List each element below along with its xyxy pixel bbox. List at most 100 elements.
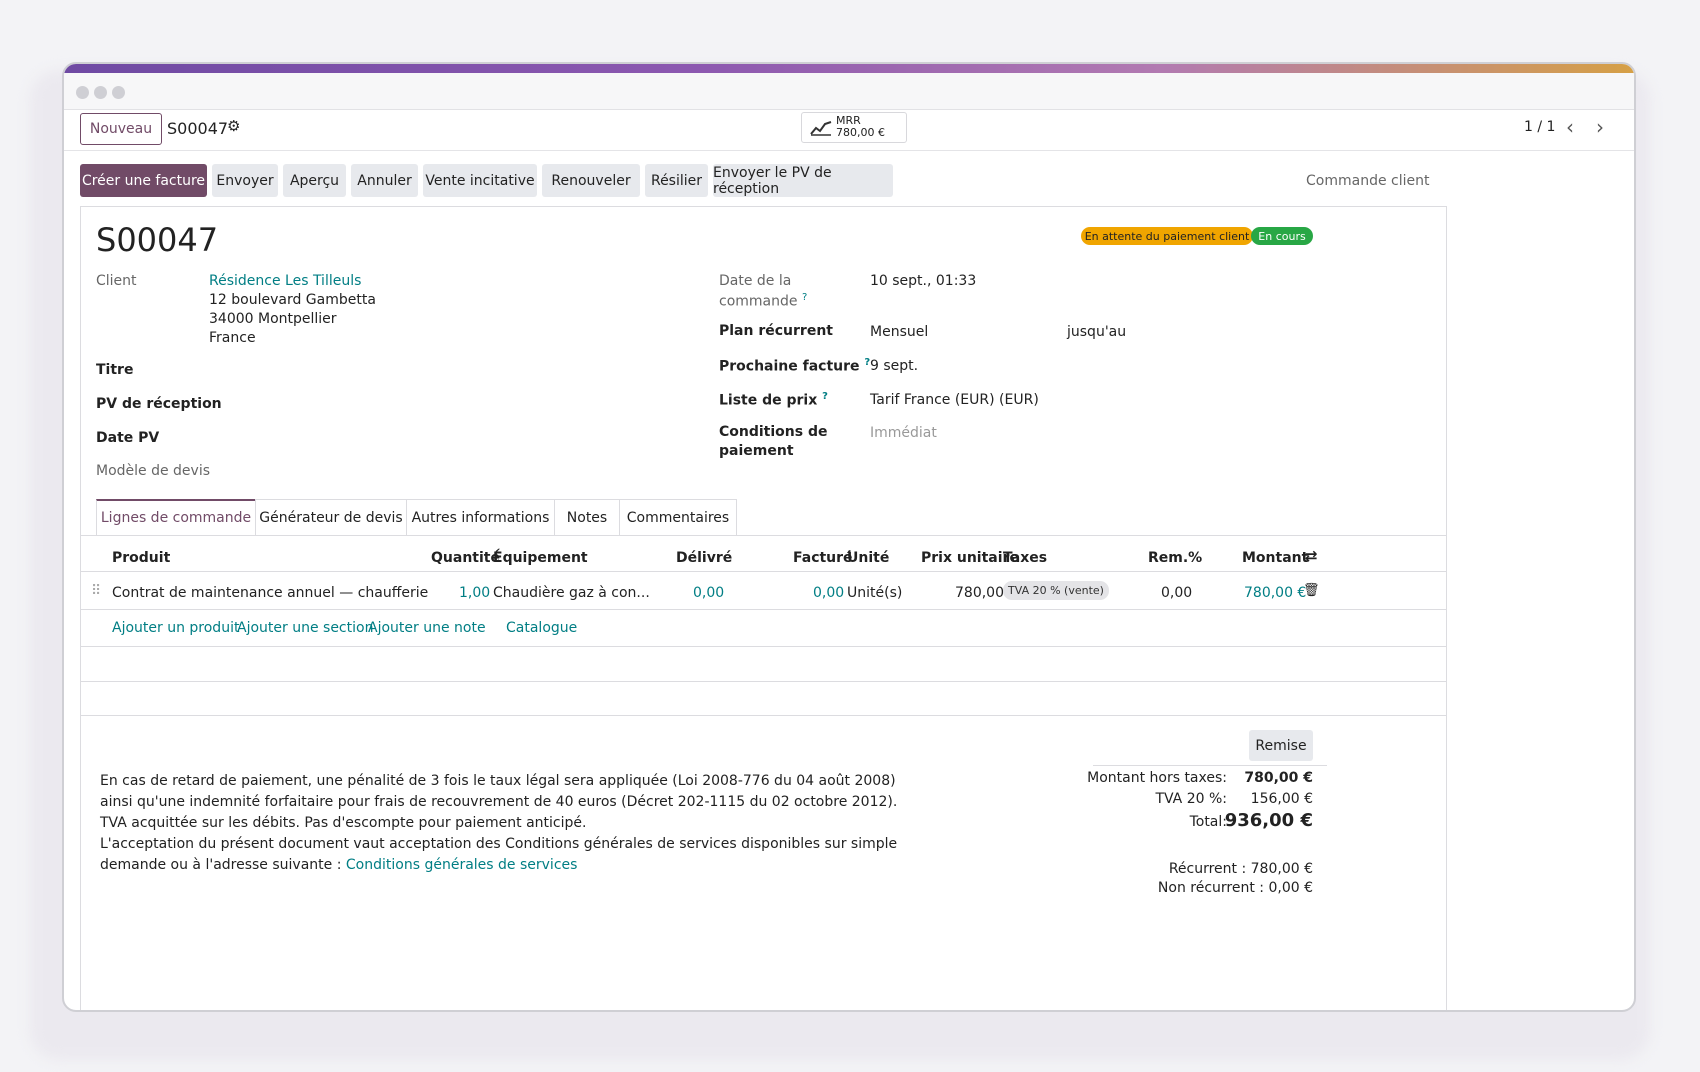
table-header-divider xyxy=(81,571,1446,572)
col-header-delivered[interactable]: Délivré xyxy=(676,550,732,566)
col-header-equipment[interactable]: Équipement xyxy=(493,550,588,566)
upsell-button[interactable]: Vente incitative xyxy=(423,164,537,197)
terminate-button[interactable]: Résilier xyxy=(645,164,708,197)
main-content: Nouveau S00047 ⚙ MRR 780,00 € 1 / 1 ‹ › … xyxy=(64,110,1634,1010)
add-links-divider xyxy=(81,646,1446,647)
add-note-link[interactable]: Ajouter une note xyxy=(368,620,486,636)
record-id: S00047 xyxy=(167,119,229,138)
app-window: Nouveau S00047 ⚙ MRR 780,00 € 1 / 1 ‹ › … xyxy=(62,62,1636,1012)
col-header-taxes[interactable]: Taxes xyxy=(1003,550,1047,566)
preview-button[interactable]: Aperçu xyxy=(283,164,346,197)
cancel-button[interactable]: Annuler xyxy=(351,164,418,197)
title-label: Titre xyxy=(96,362,134,378)
total-label: Total: xyxy=(1189,814,1227,830)
send-button[interactable]: Envoyer xyxy=(212,164,278,197)
add-section-link[interactable]: Ajouter une section xyxy=(237,620,373,636)
mrr-smart-button[interactable]: MRR 780,00 € xyxy=(801,112,907,143)
client-name-link[interactable]: Résidence Les Tilleuls xyxy=(209,273,361,289)
quotation-template-label: Modèle de devis xyxy=(96,463,211,479)
col-header-product[interactable]: Produit xyxy=(112,550,170,566)
recurring-plan-value[interactable]: Mensuel xyxy=(870,324,928,340)
tax-label: TVA 20 %: xyxy=(1155,791,1227,807)
discount-button[interactable]: Remise xyxy=(1249,730,1313,761)
row-invoiced[interactable]: 0,00 xyxy=(813,585,844,601)
order-date-label-line2: commande ? xyxy=(719,292,808,310)
row-unit-price[interactable]: 780,00 xyxy=(955,585,1004,601)
chart-line-icon xyxy=(810,121,832,136)
trash-icon[interactable]: 🗑 xyxy=(1303,583,1320,598)
send-acceptance-report-button[interactable]: Envoyer le PV de réception xyxy=(713,164,893,197)
catalog-link[interactable]: Catalogue xyxy=(506,620,577,636)
order-date-value[interactable]: 10 sept., 01:33 xyxy=(870,273,976,289)
breadcrumb-sales-order[interactable]: Commande client xyxy=(1306,173,1429,189)
untaxed-label: Montant hors taxes: xyxy=(1087,770,1227,786)
terms-text: En cas de retard de paiement, une pénali… xyxy=(100,771,920,876)
new-button[interactable]: Nouveau xyxy=(80,113,162,145)
create-invoice-button[interactable]: Créer une facture xyxy=(80,164,207,197)
row-divider xyxy=(81,609,1446,610)
empty-row-divider xyxy=(81,681,1446,682)
col-header-amount[interactable]: Montant xyxy=(1242,550,1308,566)
row-amount: 780,00 € xyxy=(1244,585,1307,601)
tab-quote-builder[interactable]: Générateur de devis xyxy=(255,499,407,535)
client-address-city: 34000 Montpellier xyxy=(209,311,337,327)
terms-paragraph-2: L'acceptation du présent document vaut a… xyxy=(100,836,898,873)
col-header-invoiced[interactable]: Facturé xyxy=(793,550,853,566)
status-badge-pending: En attente du paiement client xyxy=(1081,227,1253,245)
next-invoice-value[interactable]: 9 sept. xyxy=(870,358,918,374)
until-label: jusqu'au xyxy=(1067,324,1127,340)
col-header-quantity[interactable]: Quantité xyxy=(431,550,500,566)
page-title: S00047 xyxy=(96,221,219,259)
untaxed-value: 780,00 € xyxy=(1244,770,1313,786)
chevron-right-icon[interactable]: › xyxy=(1596,115,1604,139)
title-bar xyxy=(64,73,1634,110)
non-recurring-total: Non récurrent : 0,00 € xyxy=(1157,880,1313,896)
optional-columns-icon[interactable]: ⇄ xyxy=(1305,547,1318,565)
form-sheet: S00047 En attente du paiement client En … xyxy=(80,206,1447,1010)
row-delivered[interactable]: 0,00 xyxy=(693,585,724,601)
table-bottom-divider xyxy=(81,715,1446,716)
tabs-divider xyxy=(81,535,1446,536)
total-value: 936,00 € xyxy=(1224,810,1313,831)
recurring-plan-label: Plan récurrent xyxy=(719,323,833,339)
help-icon[interactable]: ? xyxy=(822,391,828,402)
mrr-value: 780,00 € xyxy=(836,126,885,139)
chevron-left-icon[interactable]: ‹ xyxy=(1566,115,1574,139)
payment-terms-value[interactable]: Immédiat xyxy=(870,425,937,441)
tab-order-lines[interactable]: Lignes de commande xyxy=(96,499,256,535)
tab-other-info[interactable]: Autres informations xyxy=(406,499,555,535)
client-address-street: 12 boulevard Gambetta xyxy=(209,292,376,308)
tab-notes[interactable]: Notes xyxy=(554,499,620,535)
terms-paragraph-1: En cas de retard de paiement, une pénali… xyxy=(100,773,898,831)
row-product[interactable]: Contrat de maintenance annuel — chauffer… xyxy=(112,585,428,601)
brand-bar xyxy=(64,64,1634,73)
acceptance-date-label: Date PV xyxy=(96,430,160,446)
pricelist-value[interactable]: Tarif France (EUR) (EUR) xyxy=(870,392,1039,408)
add-product-link[interactable]: Ajouter un produit xyxy=(112,620,239,636)
payment-terms-label-line1: Conditions de xyxy=(719,424,828,440)
terms-link[interactable]: Conditions générales de services xyxy=(346,857,578,873)
window-dot-close[interactable] xyxy=(76,86,89,99)
order-date-label-line1: Date de la xyxy=(719,273,792,289)
window-dot-minimize[interactable] xyxy=(94,86,107,99)
drag-handle-icon[interactable]: ⠿ xyxy=(91,583,101,599)
control-panel-divider xyxy=(64,150,1634,151)
tab-comments[interactable]: Commentaires xyxy=(619,499,737,535)
client-address-country: France xyxy=(209,330,256,346)
row-unit[interactable]: Unité(s) xyxy=(847,585,902,601)
row-quantity[interactable]: 1,00 xyxy=(459,585,490,601)
window-dot-maximize[interactable] xyxy=(112,86,125,99)
gear-icon[interactable]: ⚙ xyxy=(227,117,240,135)
renew-button[interactable]: Renouveler xyxy=(542,164,640,197)
row-equipment[interactable]: Chaudière gaz à con... xyxy=(493,585,650,601)
recurring-total: Récurrent : 780,00 € xyxy=(1168,861,1313,877)
row-tax-badge[interactable]: TVA 20 % (vente) xyxy=(1003,581,1109,600)
pricelist-label: Liste de prix ? xyxy=(719,391,828,409)
row-discount[interactable]: 0,00 xyxy=(1161,585,1192,601)
help-icon[interactable]: ? xyxy=(802,292,807,303)
col-header-unit[interactable]: Unité xyxy=(847,550,889,566)
next-invoice-label: Prochaine facture ? xyxy=(719,357,871,375)
col-header-discount[interactable]: Rem.% xyxy=(1148,550,1202,566)
client-label: Client xyxy=(96,273,137,289)
pager-value[interactable]: 1 / 1 xyxy=(1524,119,1555,135)
